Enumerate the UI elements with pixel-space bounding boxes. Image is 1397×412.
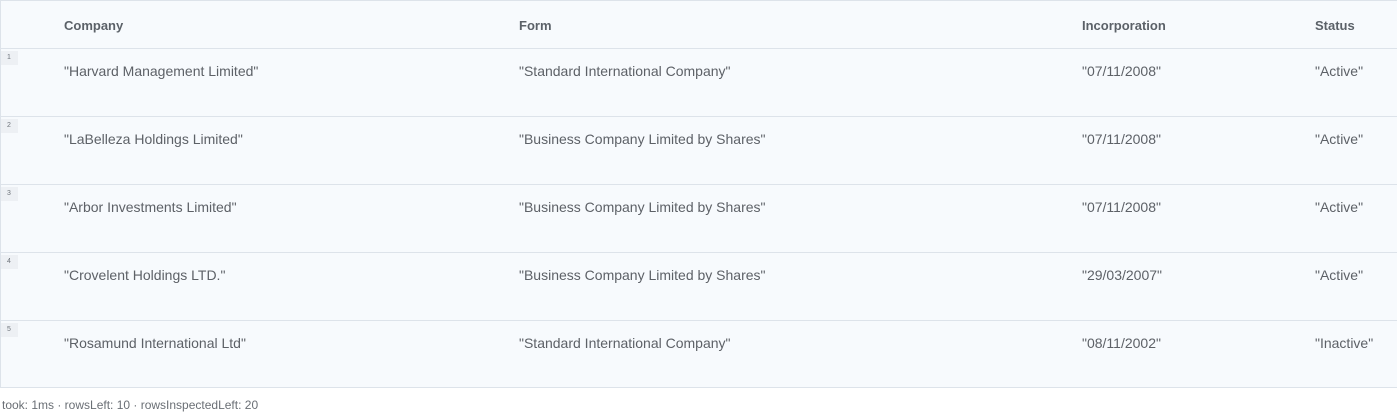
cell-form[interactable]: "Business Company Limited by Shares" [519,267,766,283]
row-number: 5 [1,323,18,337]
cell-form[interactable]: "Business Company Limited by Shares" [519,199,766,215]
cell-status[interactable]: "Active" [1315,199,1363,215]
cell-incorporation[interactable]: "07/11/2008" [1082,63,1161,79]
row-number: 4 [1,255,18,269]
table-row[interactable]: 3 "Arbor Investments Limited" "Business … [1,185,1397,253]
cell-company[interactable]: "Crovelent Holdings LTD." [64,267,225,283]
results-table: Company Form Incorporation Status 1 "Har… [0,0,1397,388]
column-header-form[interactable]: Form [519,18,552,33]
table-header: Company Form Incorporation Status [1,1,1397,49]
cell-incorporation[interactable]: "07/11/2008" [1082,199,1161,215]
column-header-company[interactable]: Company [64,18,123,33]
query-stats-footer: took: 1ms · rowsLeft: 10 · rowsInspected… [2,398,259,412]
column-header-status[interactable]: Status [1315,18,1355,33]
cell-form[interactable]: "Standard International Company" [519,335,731,351]
cell-form[interactable]: "Business Company Limited by Shares" [519,131,766,147]
cell-status[interactable]: "Inactive" [1315,335,1373,351]
table-row[interactable]: 5 "Rosamund International Ltd" "Standard… [1,321,1397,389]
cell-company[interactable]: "Arbor Investments Limited" [64,199,237,215]
cell-incorporation[interactable]: "08/11/2002" [1082,335,1161,351]
cell-status[interactable]: "Active" [1315,131,1363,147]
cell-form[interactable]: "Standard International Company" [519,63,731,79]
column-header-incorporation[interactable]: Incorporation [1082,18,1166,33]
table-row[interactable]: 1 "Harvard Management Limited" "Standard… [1,49,1397,117]
cell-company[interactable]: "LaBelleza Holdings Limited" [64,131,243,147]
table-row[interactable]: 2 "LaBelleza Holdings Limited" "Business… [1,117,1397,185]
cell-company[interactable]: "Rosamund International Ltd" [64,335,246,351]
table-row[interactable]: 4 "Crovelent Holdings LTD." "Business Co… [1,253,1397,321]
row-number: 2 [1,119,18,133]
row-number: 3 [1,187,18,201]
cell-company[interactable]: "Harvard Management Limited" [64,63,258,79]
cell-incorporation[interactable]: "07/11/2008" [1082,131,1161,147]
cell-status[interactable]: "Active" [1315,267,1363,283]
cell-incorporation[interactable]: "29/03/2007" [1082,267,1162,283]
row-number: 1 [1,51,18,65]
cell-status[interactable]: "Active" [1315,63,1363,79]
